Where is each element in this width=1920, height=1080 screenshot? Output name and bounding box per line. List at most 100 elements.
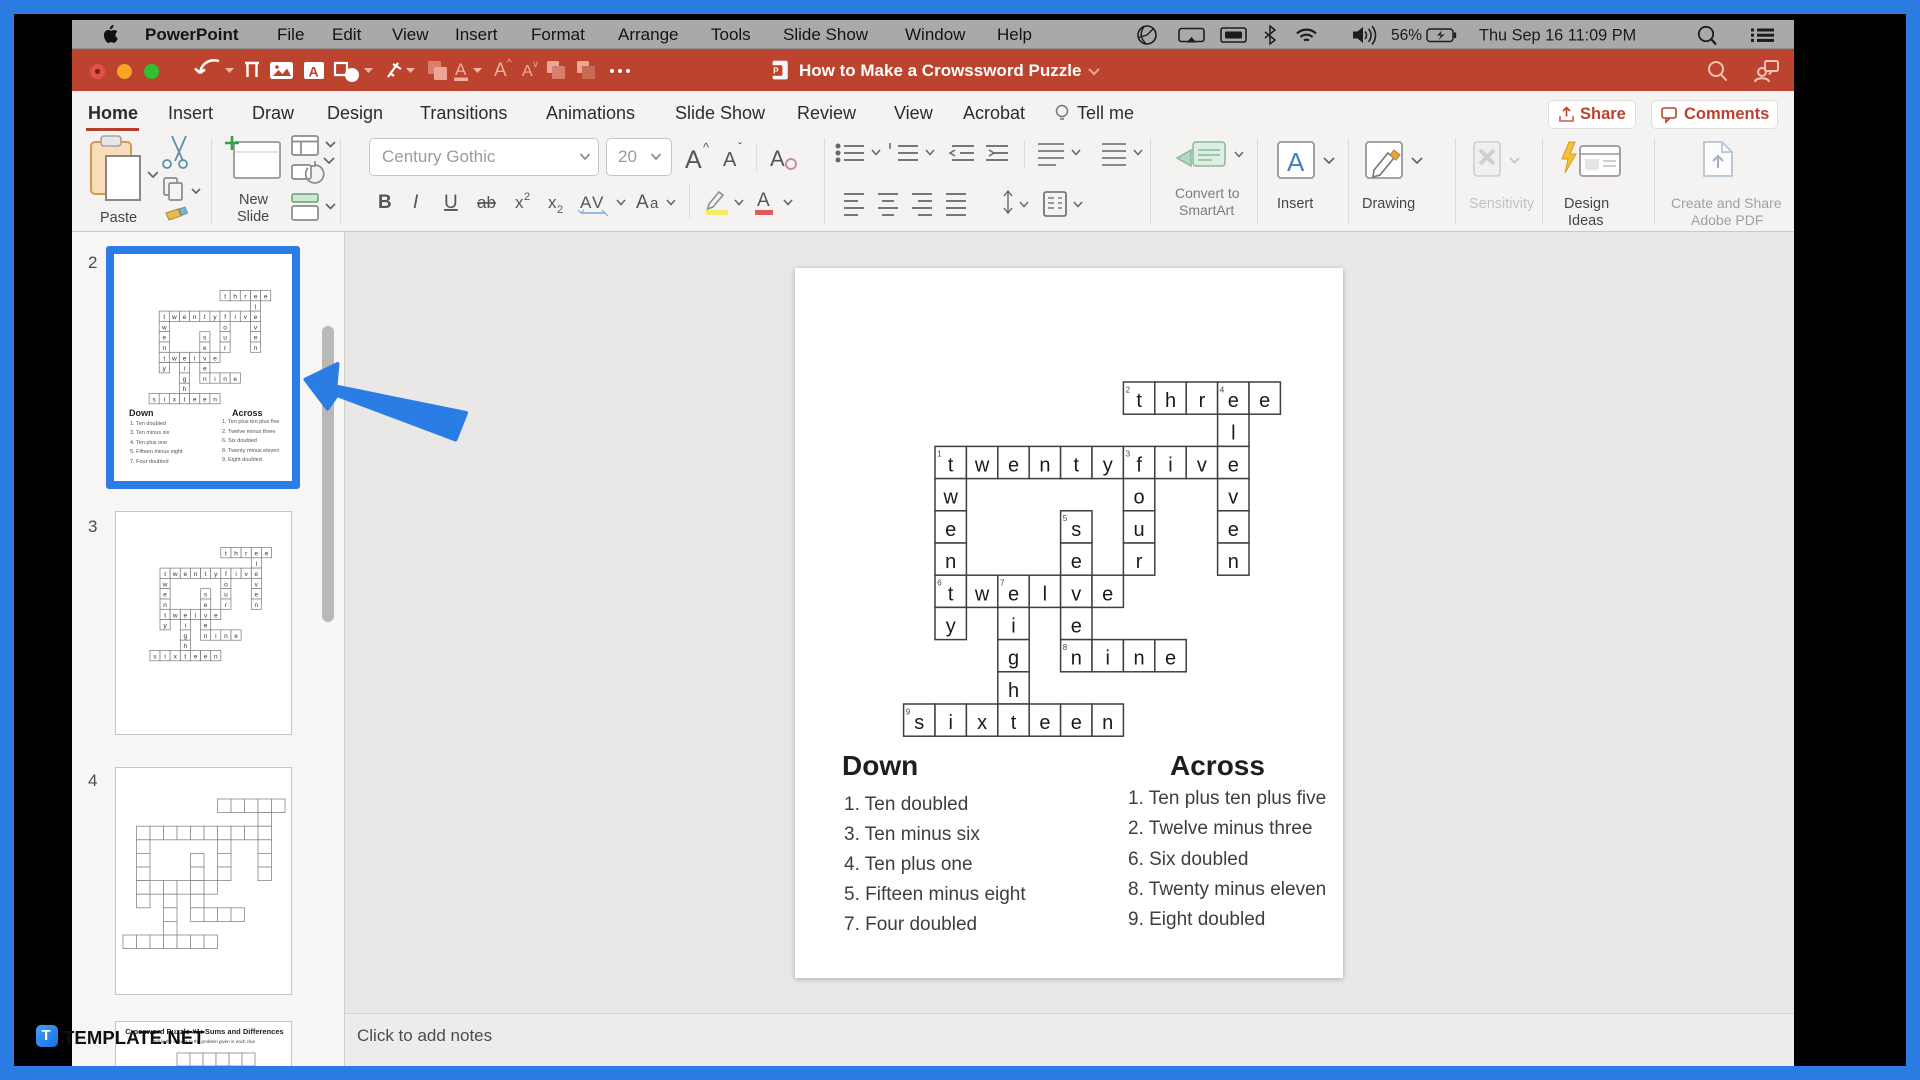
svg-text:e: e bbox=[204, 654, 208, 661]
svg-text:n: n bbox=[203, 376, 207, 383]
svg-text:A: A bbox=[522, 63, 533, 80]
svg-text:s: s bbox=[1071, 519, 1081, 541]
svg-text:w: w bbox=[171, 355, 177, 362]
svg-text:t: t bbox=[225, 551, 227, 558]
svg-text:u: u bbox=[1134, 519, 1145, 541]
svg-text:B: B bbox=[378, 192, 392, 213]
svg-text:Insert: Insert bbox=[1277, 196, 1313, 212]
svg-text:e: e bbox=[1228, 455, 1239, 477]
svg-text:e: e bbox=[1071, 712, 1082, 734]
svg-text:n: n bbox=[1228, 551, 1239, 573]
svg-text:x: x bbox=[548, 193, 557, 212]
svg-text:w: w bbox=[974, 455, 990, 477]
svg-text:t: t bbox=[948, 583, 954, 605]
svg-text:2: 2 bbox=[524, 191, 530, 203]
svg-text:i: i bbox=[184, 366, 185, 373]
svg-text:g: g bbox=[183, 633, 187, 640]
svg-text:e: e bbox=[234, 633, 238, 640]
svg-text:A: A bbox=[580, 193, 592, 212]
svg-text:h: h bbox=[233, 294, 237, 301]
svg-text:n: n bbox=[214, 654, 218, 661]
svg-text:V: V bbox=[592, 193, 604, 212]
svg-text:n: n bbox=[213, 397, 217, 404]
svg-text:o: o bbox=[1134, 487, 1145, 509]
svg-text:e: e bbox=[254, 314, 258, 321]
svg-text:n: n bbox=[945, 551, 956, 573]
svg-text:1: 1 bbox=[937, 450, 942, 459]
svg-text:e: e bbox=[1228, 519, 1239, 541]
svg-text:A: A bbox=[309, 64, 319, 80]
svg-text:t: t bbox=[163, 355, 165, 362]
svg-text:o: o bbox=[224, 581, 228, 588]
svg-text:n: n bbox=[163, 602, 167, 609]
svg-text:v: v bbox=[1071, 583, 1081, 605]
svg-text:w: w bbox=[942, 487, 958, 509]
svg-text:A: A bbox=[455, 60, 467, 79]
svg-text:t: t bbox=[948, 455, 954, 477]
svg-text:i: i bbox=[185, 623, 186, 630]
svg-text:e: e bbox=[1228, 390, 1239, 412]
svg-text:t: t bbox=[1011, 712, 1017, 734]
svg-text:w: w bbox=[161, 324, 167, 331]
svg-text:n: n bbox=[254, 602, 258, 609]
svg-text:e: e bbox=[254, 335, 258, 342]
svg-text:e: e bbox=[204, 602, 208, 609]
svg-text:e: e bbox=[233, 376, 237, 383]
svg-text:e: e bbox=[194, 654, 198, 661]
svg-text:l: l bbox=[1231, 422, 1235, 444]
svg-text:o: o bbox=[223, 324, 227, 331]
svg-text:Adobe PDF: Adobe PDF bbox=[1691, 212, 1763, 228]
svg-text:e: e bbox=[203, 366, 207, 373]
svg-text:i: i bbox=[1011, 616, 1015, 638]
svg-text:Design: Design bbox=[1564, 196, 1609, 212]
svg-text:8: 8 bbox=[1063, 643, 1068, 652]
svg-text:i: i bbox=[1168, 455, 1172, 477]
svg-text:A: A bbox=[723, 149, 737, 171]
svg-text:e: e bbox=[183, 612, 187, 619]
svg-text:Create and Share: Create and Share bbox=[1671, 195, 1782, 211]
svg-text:SmartArt: SmartArt bbox=[1179, 202, 1234, 218]
svg-text:5: 5 bbox=[1063, 514, 1068, 523]
svg-text:56%: 56% bbox=[1391, 27, 1422, 44]
svg-text:Convert to: Convert to bbox=[1175, 185, 1240, 201]
svg-text:h: h bbox=[183, 386, 187, 393]
svg-text:ˇ: ˇ bbox=[738, 140, 742, 154]
svg-text:i: i bbox=[164, 397, 165, 404]
svg-text:g: g bbox=[1008, 648, 1019, 670]
svg-text:e: e bbox=[213, 355, 217, 362]
svg-text:3: 3 bbox=[1126, 450, 1131, 459]
svg-text:u: u bbox=[224, 592, 228, 599]
svg-text:e: e bbox=[203, 345, 207, 352]
svg-text:w: w bbox=[171, 314, 177, 321]
svg-text:x: x bbox=[515, 193, 524, 212]
svg-text:n: n bbox=[1071, 648, 1082, 670]
svg-text:n: n bbox=[223, 376, 227, 383]
svg-text:New: New bbox=[239, 192, 269, 208]
svg-text:t: t bbox=[163, 314, 165, 321]
svg-text:i: i bbox=[214, 376, 215, 383]
svg-text:e: e bbox=[183, 571, 187, 578]
svg-text:n: n bbox=[1102, 712, 1113, 734]
svg-text:t: t bbox=[1074, 455, 1080, 477]
svg-text:i: i bbox=[235, 571, 236, 578]
svg-text:f: f bbox=[1136, 455, 1142, 477]
svg-text:r: r bbox=[1199, 390, 1206, 412]
svg-text:e: e bbox=[254, 592, 258, 599]
svg-text:e: e bbox=[265, 551, 269, 558]
svg-text:^: ^ bbox=[703, 140, 710, 155]
svg-text:P: P bbox=[773, 66, 779, 76]
svg-text:Thu Sep 16 11:09 PM: Thu Sep 16 11:09 PM bbox=[1479, 27, 1636, 45]
svg-text:A: A bbox=[1287, 147, 1305, 177]
svg-text:n: n bbox=[1134, 648, 1145, 670]
svg-text:r: r bbox=[1136, 551, 1143, 573]
svg-text:t: t bbox=[164, 571, 166, 578]
svg-text:t: t bbox=[164, 612, 166, 619]
svg-text:v: v bbox=[1197, 455, 1207, 477]
svg-text:6: 6 bbox=[937, 579, 942, 588]
svg-text:9: 9 bbox=[906, 707, 911, 716]
svg-text:e: e bbox=[163, 592, 167, 599]
svg-text:e: e bbox=[1039, 712, 1050, 734]
svg-text:n: n bbox=[194, 571, 198, 578]
svg-text:i: i bbox=[164, 654, 165, 661]
svg-text:4: 4 bbox=[1220, 385, 1225, 394]
